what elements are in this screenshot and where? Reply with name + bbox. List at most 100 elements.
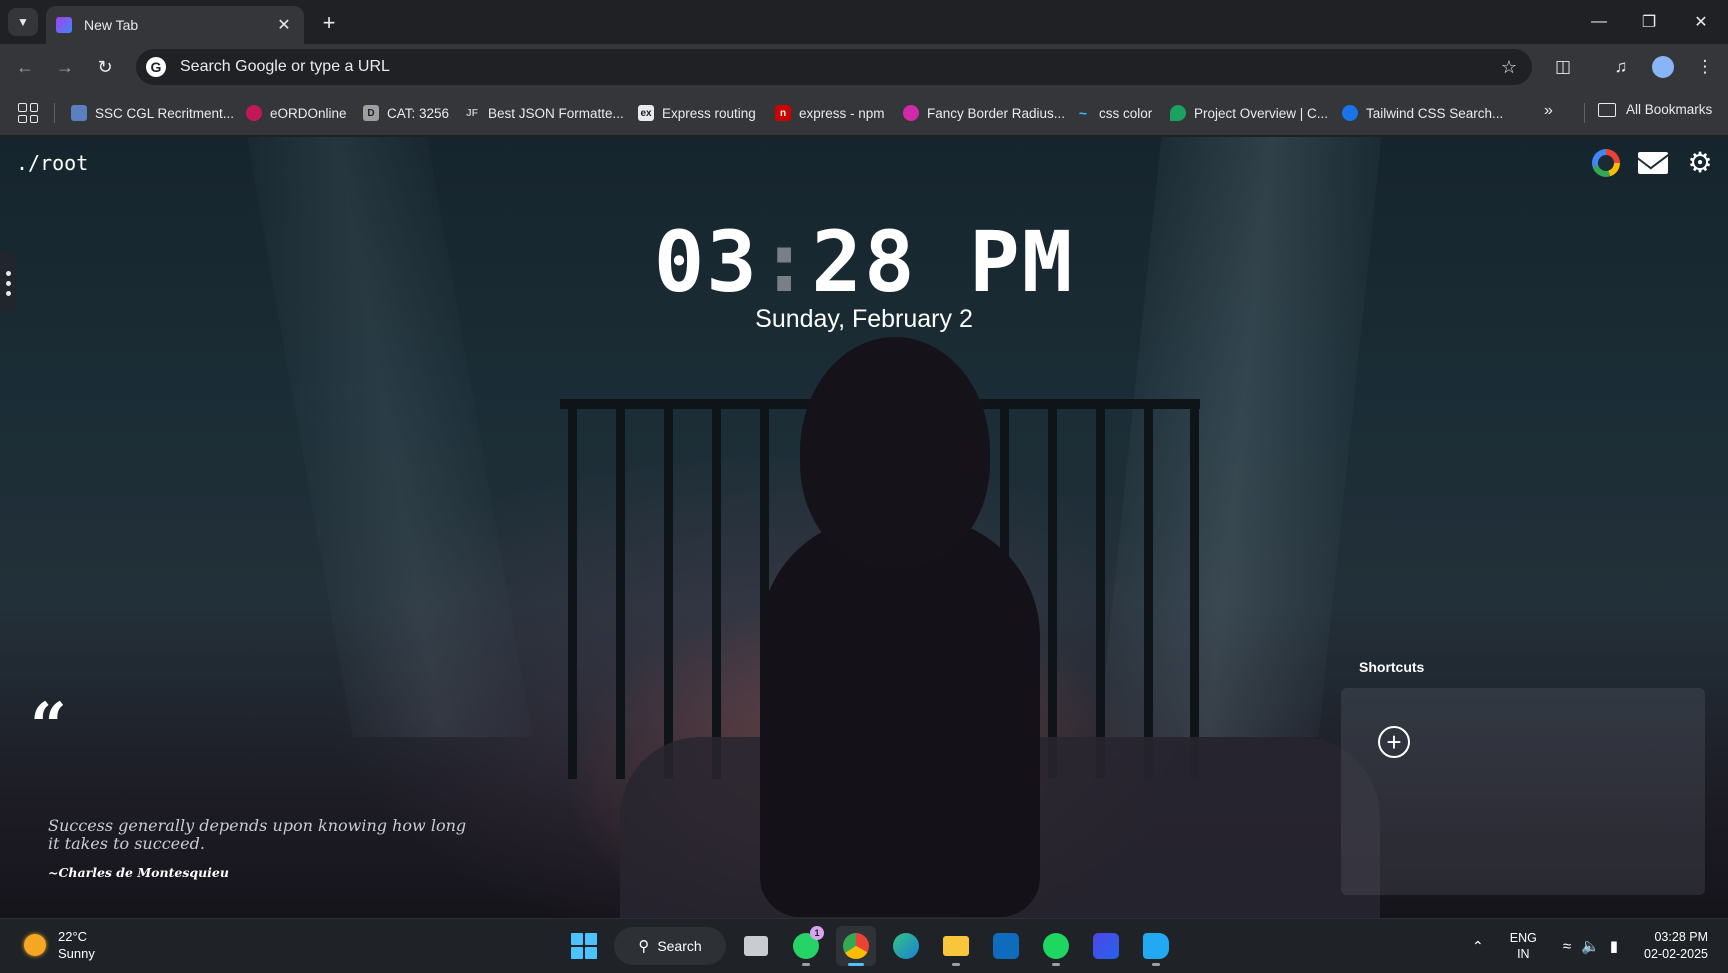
bookmark-item[interactable]: ~ css color (1075, 102, 1152, 124)
pen-app-icon (1093, 933, 1119, 959)
taskbar-time: 03:28 PM (1654, 930, 1708, 944)
new-tab-page: ./root ⚙ 03:28 PM Sunday, February 2 “ S… (0, 137, 1728, 918)
clock-display: 03:28 PM (0, 213, 1728, 311)
apps-grid-icon[interactable] (18, 103, 38, 123)
bookmark-item[interactable]: n express - npm (775, 102, 885, 124)
bookmark-label: Express routing (662, 105, 756, 121)
back-button[interactable]: ← (10, 52, 40, 82)
taskbar-clock[interactable]: 03:28 PM 02-02-2025 (1644, 929, 1708, 963)
tab-new-tab[interactable]: New Tab ✕ (46, 6, 304, 44)
reload-button[interactable]: ↻ (90, 52, 120, 82)
whatsapp-button[interactable]: 1 (786, 926, 826, 966)
clock-hours: 03 (653, 213, 759, 311)
all-bookmarks-label: All Bookmarks (1626, 102, 1713, 117)
brand-title: ./root (16, 151, 89, 175)
taskbar-search-button[interactable]: ⚲ Search (614, 927, 726, 965)
bookmark-item[interactable]: Project Overview | C... (1170, 102, 1328, 124)
bookmark-favicon-icon: D (363, 105, 379, 121)
bookmark-label: eORDOnline (270, 105, 347, 121)
avatar (1652, 56, 1674, 78)
add-shortcut-button[interactable]: + (1378, 726, 1410, 758)
mail-icon[interactable] (1638, 152, 1668, 174)
bookmark-label: Project Overview | C... (1194, 105, 1329, 121)
address-bar[interactable]: G Search Google or type a URL ☆ (136, 49, 1532, 85)
pen-app-button[interactable] (1086, 926, 1126, 966)
taskbar-search-label: Search (657, 938, 702, 954)
language-code: ENG (1509, 931, 1537, 945)
browser-menu-icon[interactable]: ⋮ (1690, 52, 1720, 82)
language-region: IN (1517, 947, 1530, 961)
bookmark-label: CAT: 3256 (387, 105, 450, 121)
quote-author: ~Charles de Montesquieu (48, 865, 229, 880)
volume-icon[interactable]: 🔈 (1581, 937, 1600, 955)
folder-icon (1598, 102, 1616, 117)
wallpaper-figure-head (800, 337, 990, 567)
show-hidden-icons-icon[interactable]: ⌃ (1472, 938, 1484, 955)
folder-icon (943, 936, 969, 956)
quote-icon: “ (30, 689, 67, 764)
spotify-button[interactable] (1036, 926, 1076, 966)
bookmark-divider (54, 103, 55, 123)
vscode-button[interactable] (1136, 926, 1176, 966)
bookmark-favicon-icon (903, 105, 919, 121)
close-icon[interactable]: ✕ (274, 15, 294, 35)
bookmark-item[interactable]: eORDOnline (246, 102, 347, 124)
weather-widget[interactable]: 22°C Sunny (24, 928, 95, 962)
bookmark-star-icon[interactable]: ☆ (1494, 57, 1524, 78)
bookmark-favicon-icon (1342, 105, 1358, 121)
date-display: Sunday, February 2 (755, 305, 973, 333)
top-right-icons: ⚙ (1592, 149, 1714, 177)
bookmark-label: Fancy Border Radius... (927, 105, 1066, 121)
vscode-icon (1143, 933, 1169, 959)
bookmark-item[interactable]: SSC CGL Recritment... (71, 102, 234, 124)
outlook-button[interactable] (986, 926, 1026, 966)
bookmark-favicon-icon (246, 105, 262, 121)
system-tray: ⌃ ENG IN ≈ 🔈 ▮ 03:28 PM 02-02-2025 (1472, 919, 1728, 973)
bookmark-item[interactable]: JF Best JSON Formatte... (464, 102, 624, 124)
file-explorer-button[interactable] (936, 926, 976, 966)
forward-button[interactable]: → (50, 52, 80, 82)
taskbar-apps: ⚲ Search 1 (564, 926, 1176, 966)
edge-icon (893, 933, 919, 959)
extensions-icon[interactable]: ◫ (1548, 52, 1578, 82)
bookmark-favicon-icon: ~ (1078, 105, 1088, 121)
gear-icon[interactable]: ⚙ (1686, 149, 1714, 177)
tab-strip: ▼ New Tab ✕ + — ❐ ✕ (0, 0, 1728, 44)
bookmark-favicon-icon (71, 105, 87, 121)
tab-favicon-icon (56, 17, 72, 33)
shortcuts-title: Shortcuts (1359, 659, 1425, 675)
minimize-button[interactable]: — (1576, 6, 1622, 38)
google-icon[interactable] (1592, 149, 1620, 177)
bookmark-item[interactable]: Tailwind CSS Search... (1342, 102, 1503, 124)
new-tab-button[interactable]: + (316, 10, 342, 36)
tab-search-button[interactable]: ▼ (8, 8, 38, 36)
task-view-button[interactable] (736, 926, 776, 966)
bookmark-item[interactable]: Fancy Border Radius... (903, 102, 1065, 124)
media-controls-icon[interactable]: ♫ (1606, 52, 1636, 82)
clock-separator: : (758, 213, 812, 311)
chrome-icon (843, 933, 869, 959)
windows-logo-icon (571, 933, 597, 959)
start-button[interactable] (564, 926, 604, 966)
taskbar: 22°C Sunny ⚲ Search 1 ⌃ ENG IN ≈ 🔈 ▮ 03:… (0, 918, 1728, 972)
chrome-button[interactable] (836, 926, 876, 966)
restore-button[interactable]: ❐ (1626, 6, 1672, 38)
battery-icon[interactable]: ▮ (1610, 937, 1618, 955)
bookmark-label: css color (1099, 105, 1153, 121)
clock-minutes: 28 (811, 213, 917, 311)
wifi-icon[interactable]: ≈ (1563, 938, 1571, 955)
more-bookmarks-icon[interactable]: » (1544, 102, 1553, 120)
profile-avatar[interactable] (1648, 52, 1678, 82)
weather-condition: Sunny (58, 946, 95, 961)
bookmark-label: Best JSON Formatte... (488, 105, 624, 121)
clock-meridiem: PM (969, 213, 1075, 311)
language-indicator[interactable]: ENG IN (1510, 930, 1537, 962)
bookmark-item[interactable]: ex Express routing (638, 102, 756, 124)
bookmark-divider (1584, 103, 1585, 123)
outlook-icon (993, 933, 1019, 959)
window-close-button[interactable]: ✕ (1678, 6, 1724, 38)
bookmark-item[interactable]: D CAT: 3256 (363, 102, 449, 124)
bookmark-label: express - npm (799, 105, 885, 121)
edge-button[interactable] (886, 926, 926, 966)
all-bookmarks-button[interactable]: All Bookmarks (1598, 102, 1712, 117)
